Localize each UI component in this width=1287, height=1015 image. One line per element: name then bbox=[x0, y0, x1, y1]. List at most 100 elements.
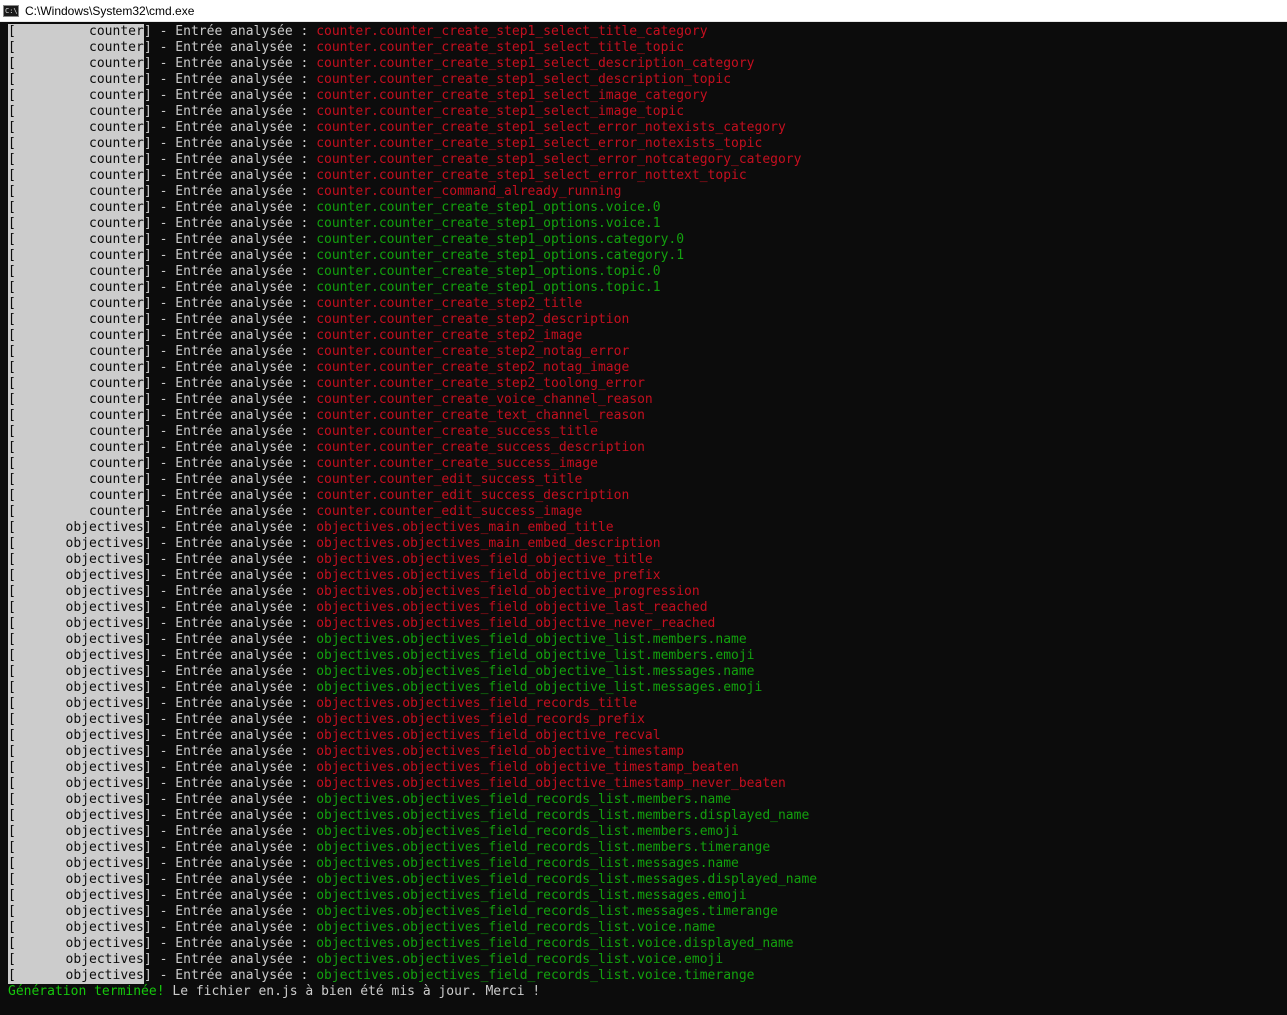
module-name: counter bbox=[89, 184, 144, 199]
module-name: counter bbox=[89, 456, 144, 471]
module-name: objectives bbox=[65, 728, 144, 743]
module-tag: [objectives bbox=[8, 568, 144, 584]
console-line: [counter] - Entrée analysée : counter.co… bbox=[8, 360, 1283, 376]
close-bracket: ] bbox=[144, 296, 152, 311]
module-tag: [objectives bbox=[8, 680, 144, 696]
module-tag: [objectives bbox=[8, 728, 144, 744]
module-tag: [objectives bbox=[8, 664, 144, 680]
console-line: [counter] - Entrée analysée : counter.co… bbox=[8, 456, 1283, 472]
module-tag: [objectives bbox=[8, 536, 144, 552]
module-tag: [objectives bbox=[8, 600, 144, 616]
open-bracket: [ bbox=[8, 872, 16, 887]
footer-message-text: Le fichier en.js à bien été mis à jour. … bbox=[164, 984, 541, 999]
entry-separator: - Entrée analysée : bbox=[151, 632, 317, 647]
open-bracket: [ bbox=[8, 664, 16, 679]
open-bracket: [ bbox=[8, 408, 16, 423]
entry-separator: - Entrée analysée : bbox=[151, 808, 317, 823]
module-name: objectives bbox=[65, 952, 144, 967]
module-name: counter bbox=[89, 152, 144, 167]
module-tag: [objectives bbox=[8, 776, 144, 792]
entry-separator: - Entrée analysée : bbox=[151, 648, 317, 663]
open-bracket: [ bbox=[8, 536, 16, 551]
module-tag: [ counter bbox=[8, 328, 144, 344]
open-bracket: [ bbox=[8, 552, 16, 567]
close-bracket: ] bbox=[144, 840, 152, 855]
module-name: objectives bbox=[65, 856, 144, 871]
console-output[interactable]: [ counter] - Entrée analysée : counter.co… bbox=[8, 24, 1283, 1009]
translation-key-ok: objectives.objectives_field_objective_li… bbox=[316, 632, 747, 647]
console-line: [counter] - Entrée analysée : counter.co… bbox=[8, 152, 1283, 168]
module-name: objectives bbox=[65, 680, 144, 695]
open-bracket: [ bbox=[8, 520, 16, 535]
console-line: [objectives] - Entrée analysée : objecti… bbox=[8, 696, 1283, 712]
open-bracket: [ bbox=[8, 264, 16, 279]
module-name: counter bbox=[89, 376, 144, 391]
module-name: objectives bbox=[65, 840, 144, 855]
close-bracket: ] bbox=[144, 360, 152, 375]
close-bracket: ] bbox=[144, 856, 152, 871]
close-bracket: ] bbox=[144, 680, 152, 695]
translation-key-missing: counter.counter_create_step1_select_erro… bbox=[316, 152, 802, 167]
entry-separator: - Entrée analysée : bbox=[151, 360, 317, 375]
module-name: counter bbox=[89, 328, 144, 343]
translation-key-ok: counter.counter_create_step1_options.voi… bbox=[316, 200, 661, 215]
translation-key-missing: counter.counter_create_step1_select_titl… bbox=[316, 40, 685, 55]
close-bracket: ] bbox=[144, 824, 152, 839]
module-name: objectives bbox=[65, 568, 144, 583]
translation-key-missing: objectives.objectives_field_objective_pr… bbox=[316, 584, 700, 599]
console-line: [objectives] - Entrée analysée : objecti… bbox=[8, 920, 1283, 936]
translation-key-missing: objectives.objectives_field_objective_re… bbox=[316, 728, 661, 743]
module-tag: [counter bbox=[8, 344, 144, 360]
console-line: [objectives] - Entrée analysée : objecti… bbox=[8, 904, 1283, 920]
close-bracket: ] bbox=[144, 904, 152, 919]
console-line: [counter] - Entrée analysée : counter.co… bbox=[8, 216, 1283, 232]
module-name: counter bbox=[89, 408, 144, 423]
console-line: [counter] - Entrée analysée : counter.co… bbox=[8, 56, 1283, 72]
open-bracket: [ bbox=[8, 232, 16, 247]
close-bracket: ] bbox=[144, 280, 152, 295]
close-bracket: ] bbox=[144, 152, 152, 167]
entry-separator: - Entrée analysée : bbox=[151, 728, 317, 743]
close-bracket: ] bbox=[144, 648, 152, 663]
console-line: [counter] - Entrée analysée : counter.co… bbox=[8, 328, 1283, 344]
module-tag: [objectives bbox=[8, 808, 144, 824]
open-bracket: [ bbox=[8, 824, 16, 839]
console-line: [objectives] - Entrée analysée : objecti… bbox=[8, 824, 1283, 840]
translation-key-ok: objectives.objectives_field_records_list… bbox=[316, 952, 724, 967]
console-line: [objectives] - Entrée analysée : objecti… bbox=[8, 808, 1283, 824]
console-line: [counter] - Entrée analysée : counter.co… bbox=[8, 344, 1283, 360]
open-bracket: [ bbox=[8, 88, 16, 103]
entry-separator: - Entrée analysée : bbox=[151, 600, 317, 615]
translation-key-missing: objectives.objectives_field_records_pref… bbox=[316, 712, 645, 727]
module-tag: [counter bbox=[8, 248, 144, 264]
translation-key-missing: counter.counter_create_step2_image bbox=[316, 328, 583, 343]
open-bracket: [ bbox=[8, 328, 16, 343]
module-name: counter bbox=[89, 312, 144, 327]
module-tag: [counter bbox=[8, 296, 144, 312]
close-bracket: ] bbox=[144, 792, 152, 807]
open-bracket: [ bbox=[8, 360, 16, 375]
entry-separator: - Entrée analysée : bbox=[151, 296, 317, 311]
module-tag: [counter bbox=[8, 104, 144, 120]
open-bracket: [ bbox=[8, 584, 16, 599]
translation-key-missing: counter.counter_create_success_image bbox=[316, 456, 598, 471]
module-name: objectives bbox=[65, 920, 144, 935]
translation-key-missing: counter.counter_create_step1_select_imag… bbox=[316, 88, 708, 103]
translation-key-missing: counter.counter_edit_success_image bbox=[316, 504, 583, 519]
translation-key-missing: objectives.objectives_field_objective_la… bbox=[316, 600, 708, 615]
translation-key-ok: objectives.objectives_field_records_list… bbox=[316, 936, 794, 951]
close-bracket: ] bbox=[144, 136, 152, 151]
translation-key-ok: objectives.objectives_field_records_list… bbox=[316, 920, 716, 935]
open-bracket: [ bbox=[8, 456, 16, 471]
entry-separator: - Entrée analysée : bbox=[151, 312, 317, 327]
console-line: [counter] - Entrée analysée : counter.co… bbox=[8, 408, 1283, 424]
entry-separator: - Entrée analysée : bbox=[151, 872, 317, 887]
footer-line: Génération terminée! Le fichier en.js à … bbox=[8, 984, 1283, 1000]
module-tag: [counter bbox=[8, 392, 144, 408]
translation-key-missing: counter.counter_create_step1_select_titl… bbox=[316, 24, 708, 39]
window-titlebar[interactable]: C:\Windows\System32\cmd.exe bbox=[0, 0, 1287, 22]
translation-key-ok: counter.counter_create_step1_options.cat… bbox=[316, 232, 685, 247]
close-bracket: ] bbox=[144, 696, 152, 711]
entry-separator: - Entrée analysée : bbox=[151, 56, 317, 71]
close-bracket: ] bbox=[144, 312, 152, 327]
